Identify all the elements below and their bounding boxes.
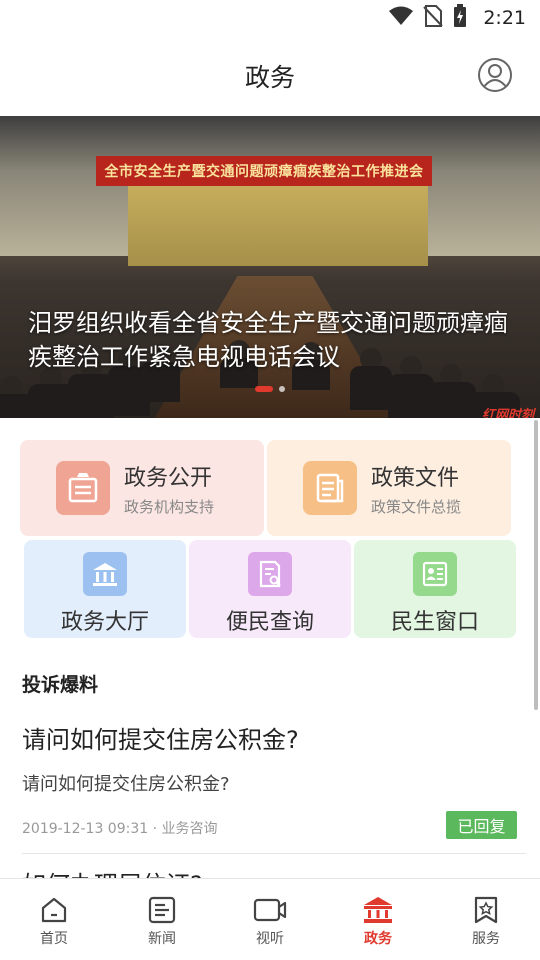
- user-profile-button[interactable]: [478, 58, 512, 92]
- service-card-zhengwu-dating[interactable]: 政务大厅: [24, 540, 186, 638]
- service-card-title: 政务公开: [124, 465, 213, 491]
- bottom-navigation: 首页 新闻 视听 政务 服务: [0, 878, 540, 960]
- nav-item-label: 服务: [472, 931, 500, 947]
- page-title: 政务: [244, 63, 295, 92]
- complaint-post-meta: 2019-12-13 09:31 · 业务咨询: [22, 821, 218, 837]
- service-card-title: 民生窗口: [390, 610, 479, 635]
- wifi-icon: [389, 6, 414, 30]
- briefcase-icon: [56, 461, 110, 515]
- status-time: 2:21: [483, 7, 526, 29]
- list-divider: [22, 853, 526, 854]
- news-icon: [148, 896, 176, 924]
- battery-charging-icon: [453, 4, 467, 32]
- service-card-title: 政务大厅: [60, 610, 149, 635]
- banner-watermark: 红网时刻: [481, 408, 534, 418]
- nav-item-label: 首页: [40, 931, 68, 947]
- carousel-indicator: [0, 386, 540, 392]
- banner-caption: 汨罗组织收看全省安全生产暨交通问题顽瘴痼疾整治工作紧急电视电话会议: [28, 309, 508, 371]
- complaint-post-title[interactable]: 请问如何提交住房公积金?: [22, 720, 299, 755]
- home-icon: [41, 897, 67, 923]
- status-badge-replied: 已回复: [446, 811, 517, 839]
- search-document-icon: [248, 552, 292, 596]
- document-icon: [303, 461, 357, 515]
- service-card-subtitle: 政务机构支持: [124, 497, 215, 516]
- app-header: 政务: [0, 36, 540, 117]
- video-icon: [253, 898, 287, 922]
- banner-photo-wall-panel: [128, 186, 428, 266]
- government-icon: [364, 897, 392, 923]
- scrollbar[interactable]: [534, 420, 538, 710]
- carousel-dot[interactable]: [279, 386, 285, 392]
- nav-item-home[interactable]: 首页: [0, 879, 108, 960]
- news-banner-carousel[interactable]: 全市安全生产暨交通问题顽瘴痼疾整治工作推进会 汨罗组织收看全省安全生产暨交通问题…: [0, 116, 540, 418]
- nav-item-label: 视听: [256, 931, 284, 947]
- nav-item-government[interactable]: 政务: [324, 879, 432, 960]
- complaint-post-description[interactable]: 请问如何提交住房公积金?: [22, 770, 230, 796]
- status-bar: 2:21: [0, 0, 540, 36]
- service-card-subtitle: 政策文件总揽: [371, 497, 462, 516]
- service-card-bianmin-chaxun[interactable]: 便民查询: [189, 540, 351, 638]
- service-card-title: 便民查询: [225, 610, 314, 635]
- building-icon: [83, 552, 127, 596]
- id-card-icon: [413, 552, 457, 596]
- nav-item-news[interactable]: 新闻: [108, 879, 216, 960]
- user-profile-icon: [482, 64, 508, 89]
- carousel-dot-active[interactable]: [255, 386, 273, 392]
- nav-item-label: 新闻: [148, 931, 176, 947]
- nav-item-label: 政务: [364, 931, 392, 947]
- service-card-zhengce-wenjian[interactable]: 政策文件 政策文件总揽: [267, 440, 511, 536]
- service-card-zhengwu-gongkai[interactable]: 政务公开 政务机构支持: [20, 440, 264, 536]
- banner-photo-board-text: 全市安全生产暨交通问题顽瘴痼疾整治工作推进会: [96, 156, 432, 186]
- no-sim-icon: [423, 5, 444, 31]
- service-card-title: 政策文件: [371, 465, 460, 491]
- nav-item-service[interactable]: 服务: [432, 879, 540, 960]
- service-bookmark-icon: [474, 896, 498, 924]
- nav-item-video[interactable]: 视听: [216, 879, 324, 960]
- section-title-complaints: 投诉爆料: [22, 674, 99, 696]
- service-card-minsheng-chuangkou[interactable]: 民生窗口: [354, 540, 516, 638]
